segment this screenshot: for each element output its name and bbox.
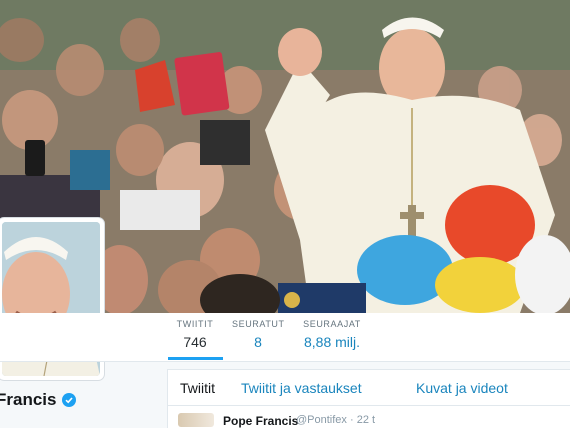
tab-photos-and-videos[interactable]: Kuvat ja videot	[416, 380, 508, 396]
timeline-tabs-panel: Twiitit Twiitit ja vastaukset Kuvat ja v…	[167, 369, 570, 428]
stat-followers[interactable]: SEURAAJAT 8,88 milj.	[302, 319, 362, 350]
tweet-handle-text[interactable]: @Pontifex	[296, 414, 347, 426]
tweet-author-name[interactable]: Pope Francis	[223, 414, 298, 428]
tweet-author-handle: @Pontifex · 22 t	[296, 414, 375, 426]
profile-stats-bar: TWIITIT 746 SEURATUT 8 SEURAAJAT 8,88 mi…	[0, 313, 570, 362]
tab-tweets-and-replies[interactable]: Twiitit ja vastaukset	[241, 380, 362, 396]
stat-tweets[interactable]: TWIITIT 746	[170, 319, 220, 350]
stat-following-label: SEURATUT	[232, 319, 285, 329]
stat-following[interactable]: SEURATUT 8	[232, 319, 284, 350]
profile-name: Francis	[0, 390, 57, 409]
tabs-divider	[168, 405, 570, 406]
stat-tweets-label: TWIITIT	[176, 319, 214, 329]
stat-followers-label: SEURAAJAT	[303, 319, 361, 329]
verified-badge-icon	[62, 393, 77, 407]
tweet-timestamp[interactable]: · 22 t	[350, 414, 375, 426]
active-stat-underline	[168, 357, 223, 360]
stat-tweets-value: 746	[183, 334, 207, 350]
stat-followers-value: 8,88 milj.	[303, 334, 361, 350]
profile-name-row: Francis	[0, 388, 77, 412]
tweet-author-avatar[interactable]	[178, 413, 214, 427]
tab-tweets[interactable]: Twiitit	[180, 380, 215, 396]
stat-following-value: 8	[254, 334, 262, 350]
